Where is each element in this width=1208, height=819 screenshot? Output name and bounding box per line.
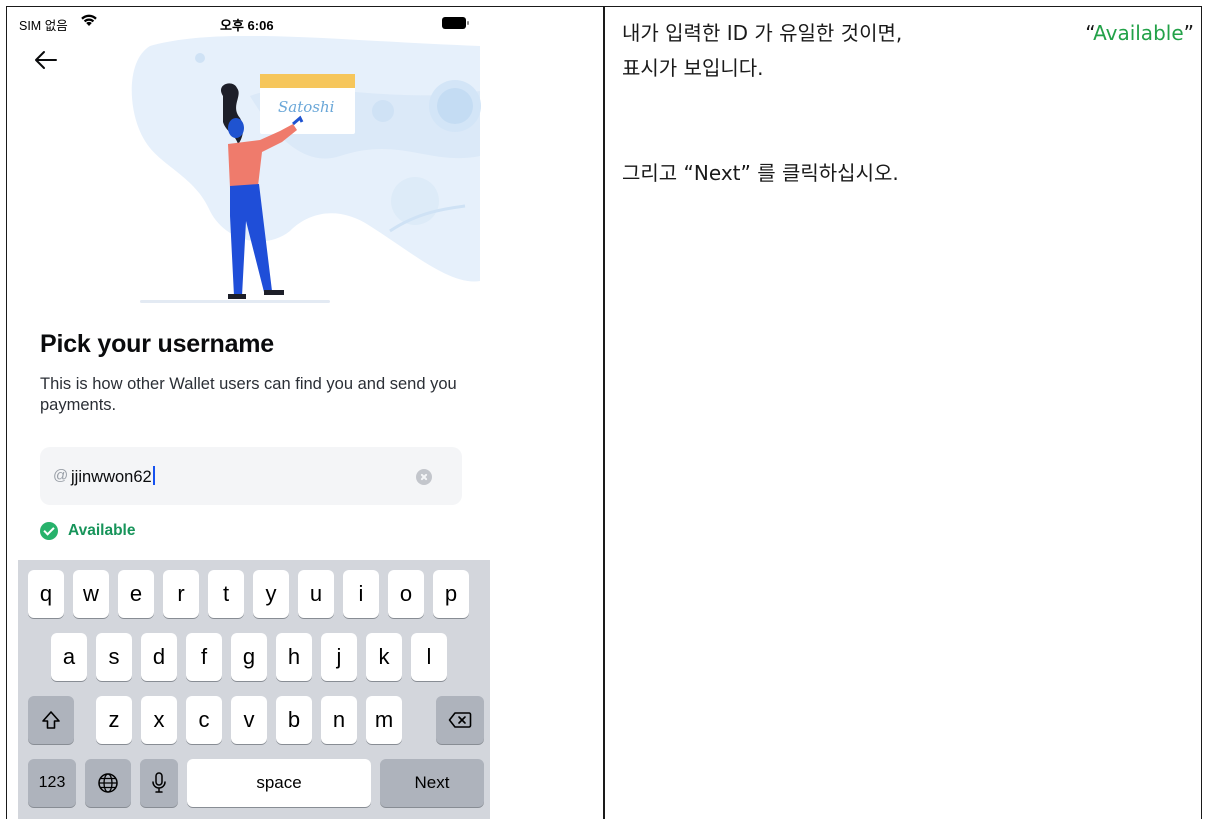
username-prefix: @ [53,467,69,484]
microphone-icon [152,772,166,793]
key-o[interactable]: o [388,570,424,618]
status-bar: SIM 없음 오후 6:06 [10,8,490,36]
key-f[interactable]: f [186,633,222,681]
hero-illustration: Satoshi [131,36,481,303]
instruction-line-2: 표시가 보입니다. [622,56,764,80]
key-l[interactable]: l [411,633,447,681]
key-q[interactable]: q [28,570,64,618]
key-z[interactable]: z [96,696,132,744]
instruction-line-1: 내가 입력한 ID 가 유일한 것이면, “Available” [622,16,1194,51]
key-d[interactable]: d [141,633,177,681]
clear-input-icon[interactable] [416,469,432,485]
username-input[interactable]: @ jjinwwon62 [40,447,462,505]
on-screen-keyboard: q w e r t y u i o p a s d f g h j k l z … [18,560,490,819]
key-g[interactable]: g [231,633,267,681]
battery-icon [442,17,469,29]
instruction-available-word: Available [1093,21,1184,45]
instruction-text: 내가 입력한 ID 가 유일한 것이면, “Available” 표시가 보입니… [622,16,1194,191]
key-y[interactable]: y [253,570,289,618]
globe-icon [98,773,118,793]
key-h[interactable]: h [276,633,312,681]
key-m[interactable]: m [366,696,402,744]
key-k[interactable]: k [366,633,402,681]
table-column-divider [603,6,605,819]
backspace-icon [448,712,472,728]
key-i[interactable]: i [343,570,379,618]
page-subtitle: This is how other Wallet users can find … [40,375,457,414]
space-key[interactable]: space [187,759,371,807]
key-v[interactable]: v [231,696,267,744]
key-s[interactable]: s [96,633,132,681]
status-time: 오후 6:06 [220,18,274,33]
key-n[interactable]: n [321,696,357,744]
phone-screenshot: SIM 없음 오후 6:06 Satoshi Pick your usernam… [10,8,490,819]
check-circle-icon [40,522,58,540]
quote-close: ” [1183,21,1194,45]
shift-icon [42,711,60,729]
instruction-available-quote: “Available” [1085,16,1194,51]
dictation-key[interactable] [140,759,178,807]
key-e[interactable]: e [118,570,154,618]
key-r[interactable]: r [163,570,199,618]
key-j[interactable]: j [321,633,357,681]
availability-label: Available [68,522,136,539]
globe-key[interactable] [85,759,131,807]
instruction-line-3: 그리고 “Next” 를 클릭하십시오. [622,161,899,185]
key-w[interactable]: w [73,570,109,618]
backspace-key[interactable] [436,696,484,744]
numbers-key[interactable]: 123 [28,759,76,807]
shift-key[interactable] [28,696,74,744]
carrier-label: SIM 없음 [19,19,68,33]
instruction-line-1-text: 내가 입력한 ID 가 유일한 것이면, [622,21,903,45]
page-title: Pick your username [40,330,275,358]
key-u[interactable]: u [298,570,334,618]
username-text: jjinwwon62 [71,468,152,486]
key-x[interactable]: x [141,696,177,744]
wifi-icon [81,14,97,26]
key-a[interactable]: a [51,633,87,681]
text-caret [152,466,155,485]
key-c[interactable]: c [186,696,222,744]
username-value[interactable]: jjinwwon62 [71,466,155,487]
key-p[interactable]: p [433,570,469,618]
quote-open: “ [1085,21,1094,45]
key-t[interactable]: t [208,570,244,618]
hero-card-text: Satoshi [278,98,335,116]
key-b[interactable]: b [276,696,312,744]
next-key[interactable]: Next [380,759,484,807]
instruction-spacer [622,86,1194,156]
